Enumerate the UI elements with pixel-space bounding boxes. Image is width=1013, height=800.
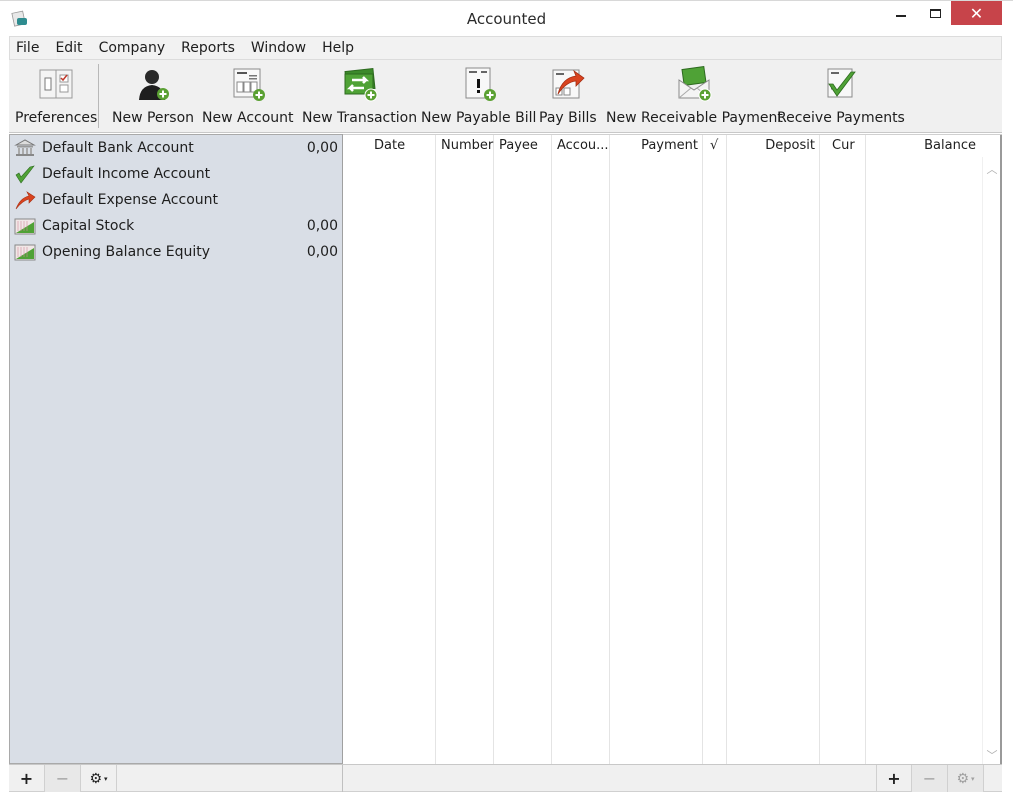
menu-company[interactable]: Company: [99, 40, 166, 56]
new-receivable-payment-label: New Receivable Payment: [606, 110, 783, 126]
receive-payments-icon: [823, 66, 859, 102]
transaction-register: Date Number Payee Accou... Payment √ Dep…: [343, 134, 1002, 765]
new-account-label: New Account: [202, 110, 294, 126]
vertical-scrollbar[interactable]: ︿ ﹀: [982, 157, 1000, 765]
account-name: Default Bank Account: [42, 140, 194, 156]
column-divider: [726, 135, 727, 765]
account-balance: 0,00: [306, 244, 338, 260]
toolbar-separator: [98, 64, 99, 128]
column-header-account[interactable]: Accou...: [557, 135, 609, 157]
preferences-label: Preferences: [15, 110, 98, 126]
close-icon: ✕: [969, 3, 984, 23]
column-divider: [819, 135, 820, 765]
account-balance: 0,00: [306, 218, 338, 234]
new-account-button[interactable]: New Account: [202, 64, 294, 130]
account-name: Capital Stock: [42, 218, 135, 234]
minimize-icon: [896, 15, 906, 17]
column-divider: [493, 135, 494, 765]
equity-chart-icon: [14, 242, 36, 262]
account-actions-menu-button[interactable]: ⚙ ▾: [81, 765, 117, 792]
column-header-currency[interactable]: Cur: [832, 135, 855, 157]
new-person-label: New Person: [112, 110, 195, 126]
column-header-number[interactable]: Number: [441, 135, 493, 157]
maximize-button[interactable]: [920, 1, 950, 25]
equity-chart-icon: [14, 216, 36, 236]
toolbar: Preferences New Person New Account New T…: [9, 60, 1002, 133]
new-transaction-button[interactable]: New Transaction: [302, 64, 417, 130]
new-payable-bill-button[interactable]: New Payable Bill: [421, 64, 536, 130]
column-divider: [551, 135, 552, 765]
column-header-payment[interactable]: Payment: [609, 135, 698, 157]
bottom-bar: + − ⚙ ▾ + − ⚙ ▾: [9, 764, 1002, 792]
dropdown-caret-icon: ▾: [104, 774, 108, 783]
preferences-button[interactable]: Preferences: [15, 64, 97, 130]
account-row-capital-stock[interactable]: Capital Stock 0,00: [14, 214, 340, 238]
new-payable-bill-label: New Payable Bill: [421, 110, 537, 126]
column-header-balance[interactable]: Balance: [865, 135, 976, 157]
dropdown-caret-icon: ▾: [971, 774, 975, 783]
account-balance: 0,00: [306, 140, 338, 156]
pay-bills-label: Pay Bills: [539, 110, 597, 126]
minus-icon: −: [55, 769, 70, 788]
bank-icon: [14, 138, 36, 158]
gear-icon: ⚙: [956, 770, 970, 787]
column-header-reconciled[interactable]: √: [710, 135, 718, 157]
account-row-default-expense[interactable]: Default Expense Account: [14, 188, 340, 212]
add-transaction-button[interactable]: +: [876, 765, 912, 792]
title-bar: Accounted ✕: [0, 0, 1013, 36]
accounts-list: Default Bank Account 0,00 Default Income…: [9, 134, 343, 764]
menu-window[interactable]: Window: [251, 40, 306, 56]
remove-transaction-button[interactable]: −: [912, 765, 948, 792]
new-transaction-label: New Transaction: [302, 110, 418, 126]
expense-arrow-icon: [14, 190, 36, 210]
gear-icon: ⚙: [89, 770, 103, 787]
transaction-actions-menu-button[interactable]: ⚙ ▾: [948, 765, 984, 792]
menu-reports[interactable]: Reports: [181, 40, 235, 56]
new-transaction-icon: [342, 66, 378, 102]
minimize-button[interactable]: [886, 1, 916, 25]
menu-bar: File Edit Company Reports Window Help: [9, 36, 1002, 60]
income-checkmark-icon: [14, 164, 36, 184]
scroll-down-icon[interactable]: ﹀: [983, 747, 1001, 763]
new-receivable-payment-icon: [676, 65, 712, 102]
account-row-default-bank[interactable]: Default Bank Account 0,00: [14, 136, 340, 160]
menu-help[interactable]: Help: [322, 40, 354, 56]
account-name: Default Expense Account: [42, 192, 218, 208]
account-name: Opening Balance Equity: [42, 244, 211, 260]
remove-account-button[interactable]: −: [45, 765, 81, 792]
new-person-icon: [135, 66, 171, 102]
add-account-button[interactable]: +: [9, 765, 45, 792]
column-header-deposit[interactable]: Deposit: [726, 135, 815, 157]
account-name: Default Income Account: [42, 166, 211, 182]
account-row-default-income[interactable]: Default Income Account: [14, 162, 340, 186]
column-header-date[interactable]: Date: [374, 135, 405, 157]
pay-bills-button[interactable]: Pay Bills: [539, 64, 597, 130]
new-receivable-payment-button[interactable]: New Receivable Payment: [606, 64, 783, 130]
column-divider: [609, 135, 610, 765]
minus-icon: −: [922, 769, 937, 788]
column-divider: [865, 135, 866, 765]
menu-file[interactable]: File: [16, 40, 39, 56]
column-divider: [702, 135, 703, 765]
window-title: Accounted: [466, 10, 547, 28]
preferences-icon: [38, 66, 74, 102]
plus-icon: +: [19, 769, 34, 788]
menu-edit[interactable]: Edit: [55, 40, 82, 56]
plus-icon: +: [887, 769, 901, 788]
bottom-bar-divider: [342, 765, 343, 792]
scroll-up-icon[interactable]: ︿: [983, 161, 1001, 177]
pay-bills-icon: [550, 66, 586, 102]
column-header-payee[interactable]: Payee: [499, 135, 538, 157]
column-divider: [435, 135, 436, 765]
new-person-button[interactable]: New Person: [112, 64, 194, 130]
maximize-icon: [929, 8, 941, 18]
new-account-icon: [230, 66, 266, 102]
receive-payments-button[interactable]: Receive Payments: [777, 64, 905, 130]
receive-payments-label: Receive Payments: [777, 110, 905, 126]
close-button[interactable]: ✕: [951, 1, 1002, 25]
account-row-opening-balance-equity[interactable]: Opening Balance Equity 0,00: [14, 240, 340, 264]
scrollbar-border: [1000, 135, 1002, 765]
new-payable-bill-icon: [461, 66, 497, 102]
